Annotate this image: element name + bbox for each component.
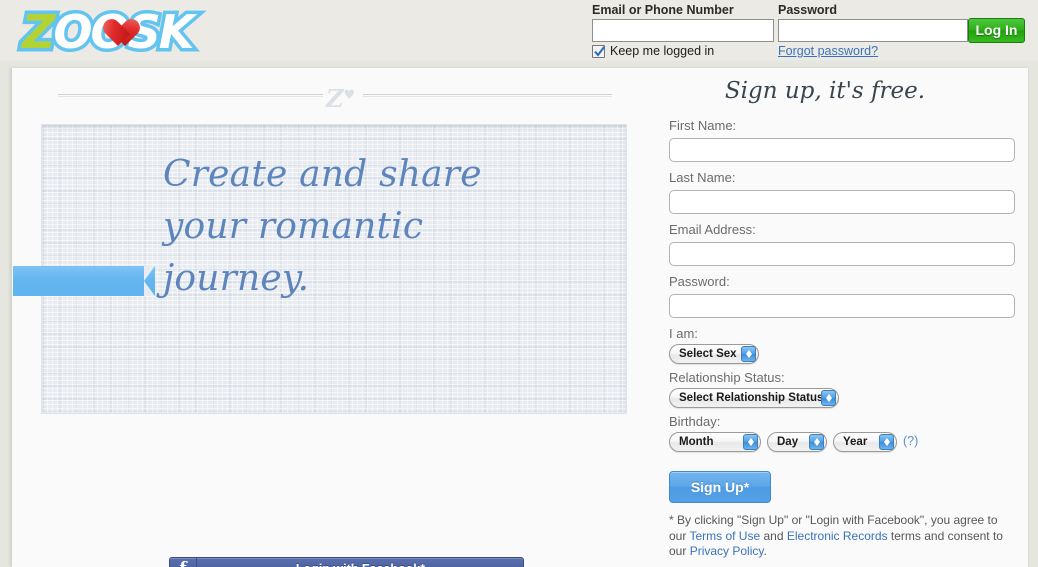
disclaimer-text-4: . — [763, 544, 767, 558]
first-name-input[interactable] — [669, 138, 1015, 162]
email-address-input[interactable] — [669, 242, 1015, 266]
signup-form: Sign up, it's free. First Name: Last Nam… — [645, 68, 1029, 567]
ornament-heart-icon: ♥ — [343, 88, 356, 103]
login-with-facebook-button[interactable]: f Login with Facebook* — [169, 557, 524, 567]
sex-select-value: Select Sex — [679, 348, 737, 360]
sign-up-button[interactable]: Sign Up* — [669, 471, 771, 503]
sex-select[interactable]: Select Sex — [669, 344, 759, 364]
site-header: ZOOSK Email or Phone Number Password Log… — [0, 0, 1038, 68]
hero-panel: Create and share your romantic journey. — [13, 124, 627, 414]
z-heart-ornament-icon: Z♥ — [326, 82, 355, 113]
email-address-label: Email Address: — [669, 222, 756, 237]
signup-disclaimer: * By clicking "Sign Up" or "Login with F… — [669, 513, 1017, 560]
heart-icon — [96, 2, 130, 34]
password-input[interactable] — [669, 294, 1015, 318]
hero-headline: Create and share your romantic journey. — [163, 149, 603, 305]
login-with-facebook-label: Login with Facebook* — [198, 558, 523, 567]
hero-headline-line-1: Create and share — [163, 154, 482, 195]
chevron-updown-icon — [809, 434, 824, 450]
keep-logged-in-checkbox[interactable] — [592, 45, 606, 58]
first-name-label: First Name: — [669, 118, 737, 133]
facebook-f-icon: f — [170, 558, 197, 567]
keep-logged-in-label: Keep me logged in — [610, 44, 715, 58]
blue-ribbon-banner — [13, 266, 155, 296]
hero-headline-line-3: journey. — [163, 258, 310, 299]
chevron-updown-icon — [879, 434, 894, 450]
hero-headline-line-2: your romantic — [163, 206, 424, 247]
birth-month-select[interactable]: Month — [669, 432, 761, 452]
login-form: Email or Phone Number Password Log In Ke… — [590, 2, 1030, 64]
terms-of-use-link[interactable]: Terms of Use — [689, 529, 760, 543]
divider-line-left — [58, 94, 323, 97]
ornament-letter: Z — [326, 84, 344, 113]
last-name-input[interactable] — [669, 190, 1015, 214]
birth-day-value: Day — [777, 436, 799, 448]
login-email-input[interactable] — [592, 19, 774, 42]
zoosk-logo[interactable]: ZOOSK — [18, 2, 197, 64]
password-label: Password: — [669, 274, 730, 289]
forgot-password-link[interactable]: Forgot password? — [778, 44, 878, 58]
logo-letter-z: Z — [18, 3, 58, 62]
signup-title: Sign up, it's free. — [724, 78, 926, 104]
main-container: Z♥ Create and share your romantic journe… — [12, 68, 1029, 567]
birth-year-value: Year — [843, 436, 868, 448]
relationship-status-select[interactable]: Select Relationship Status — [669, 388, 839, 408]
birthday-help-link[interactable]: (?) — [903, 434, 918, 448]
disclaimer-text-2: and — [760, 528, 787, 543]
decorative-divider: Z♥ — [58, 85, 612, 116]
chevron-updown-icon — [741, 346, 756, 362]
birth-day-select[interactable]: Day — [767, 432, 827, 452]
login-email-label: Email or Phone Number — [592, 3, 734, 17]
last-name-label: Last Name: — [669, 170, 736, 185]
relationship-status-select-value: Select Relationship Status — [679, 392, 824, 404]
divider-line-right — [363, 94, 612, 97]
page-root: ZOOSK Email or Phone Number Password Log… — [0, 0, 1038, 567]
login-password-label: Password — [778, 3, 838, 17]
checkmark-icon — [594, 46, 606, 57]
birth-month-value: Month — [679, 436, 714, 448]
chevron-updown-icon — [821, 390, 836, 406]
login-password-input[interactable] — [778, 19, 968, 42]
relationship-status-label: Relationship Status: — [669, 370, 785, 385]
birth-year-select[interactable]: Year — [833, 432, 897, 452]
electronic-records-link[interactable]: Electronic Records — [787, 529, 888, 543]
chevron-updown-icon — [743, 434, 758, 450]
privacy-policy-link[interactable]: Privacy Policy — [690, 544, 764, 558]
i-am-label: I am: — [669, 326, 698, 341]
birthday-label: Birthday: — [669, 414, 721, 429]
log-in-button[interactable]: Log In — [968, 18, 1025, 43]
